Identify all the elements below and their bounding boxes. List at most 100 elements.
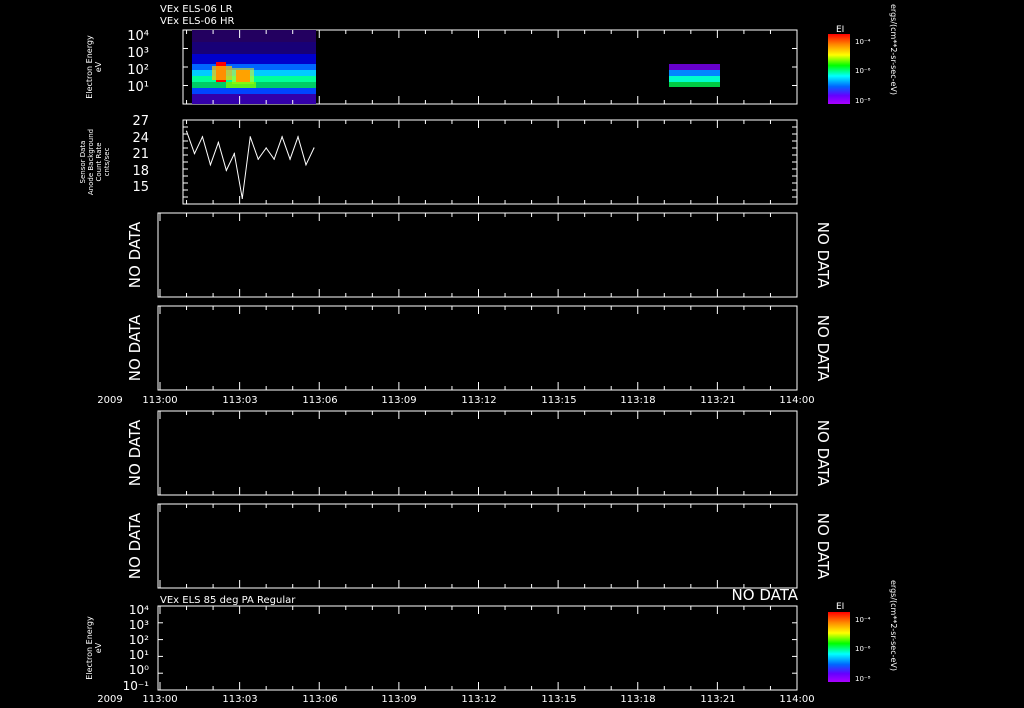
xaxis-tick-label: 113:03	[222, 694, 257, 705]
panel-5: NO DATA NO DATA	[126, 410, 832, 496]
header-line2: VEx ELS-06 HR	[160, 16, 235, 27]
count-rate-point	[225, 169, 227, 171]
panel-7-ytick-label: 10²	[129, 633, 149, 647]
no-data-right: NO DATA	[814, 222, 832, 289]
count-rate-point	[281, 136, 283, 138]
xaxis-tick-label: 113:15	[541, 395, 576, 406]
panel-4-frame	[157, 305, 798, 391]
xaxis-tick-label: 114:00	[779, 395, 814, 406]
no-data-right: NO DATA	[814, 420, 832, 487]
panel-7-ytick-labels: 10⁴ 10³ 10² 10¹ 10⁰ 10⁻¹	[123, 603, 150, 693]
xaxis-tick-label: 113:12	[461, 395, 496, 406]
figure: VEx ELS-06 LR VEx ELS-06 HR 10⁴ 10³ 10² …	[79, 4, 898, 705]
xaxis-tick-label: 113:18	[620, 395, 655, 406]
count-rate-line	[186, 131, 315, 199]
panel-2-ytick-labels: 27 24 21 18 15	[132, 114, 149, 195]
xaxis-tick-label: 113:00	[142, 395, 177, 406]
colorbar-2-label: EI	[836, 602, 844, 612]
colorbar-2-gradient	[828, 612, 850, 682]
xaxis-tick-label: 113:03	[222, 395, 257, 406]
panel-2-ytick-label: 24	[132, 131, 149, 146]
panel-2-frame	[182, 119, 798, 205]
panel-2-ylabel: Sensor Data	[79, 141, 87, 184]
panel-3-frame	[157, 212, 798, 298]
count-rate-point	[273, 158, 275, 160]
colorbar-2-tick: 10⁻⁴	[855, 616, 871, 624]
panel-6: NO DATA NO DATA	[126, 503, 832, 589]
panel-2-ylabel: Count Rate	[95, 142, 103, 181]
panel-7-ytick-label: 10⁰	[129, 663, 149, 677]
no-data-left: NO DATA	[126, 419, 144, 486]
xaxis-tick-label: 114:00	[779, 694, 814, 705]
no-data-right: NO DATA	[814, 513, 832, 580]
colorbar-2-unit: ergs/(cm**2-sr-sec-eV)	[889, 580, 898, 671]
colorbar-2: EI 10⁻⁴ 10⁻⁶ 10⁻⁸ ergs/(cm**2-sr-sec-eV)	[828, 580, 898, 683]
count-rate-point	[193, 153, 196, 155]
no-data-left: NO DATA	[126, 314, 144, 381]
count-rate-point	[209, 164, 212, 166]
panel-2-ytick-label: 21	[132, 147, 149, 162]
count-rate-point	[217, 141, 219, 143]
colorbar-1-unit: ergs/(cm**2-sr-sec-eV)	[889, 4, 898, 95]
panel-2-ytick-label: 27	[132, 114, 149, 129]
colorbar-1-label: EI	[836, 25, 844, 35]
xaxis-tick-label: 113:06	[302, 395, 337, 406]
count-rate-point	[305, 164, 307, 166]
panel-7-title: VEx ELS 85 deg PA Regular	[160, 595, 296, 606]
spectrogram-block-1	[192, 30, 316, 104]
panel-7-ylabel: Electron Energy	[85, 616, 94, 680]
panel-6-frame	[157, 503, 798, 589]
no-data-left: NO DATA	[126, 512, 144, 579]
panel-1-ytick-label: 10⁴	[127, 29, 149, 44]
xaxis-year: 2009	[97, 694, 122, 705]
xaxis-tick-label: 113:21	[700, 395, 735, 406]
count-rate-point	[313, 147, 315, 149]
colorbar-1-tick: 10⁻⁴	[855, 38, 871, 46]
panel-1-ytick-labels: 10⁴ 10³ 10² 10¹	[127, 29, 149, 95]
panel-7-ytick-label: 10⁴	[129, 603, 149, 617]
count-rate-point	[233, 153, 235, 155]
panel-7-spectrogram: VEx ELS 85 deg PA Regular NO DATA 10⁴ 10…	[85, 586, 799, 693]
count-rate-point	[201, 136, 204, 138]
bottom-xaxis-labels: 2009 113:00 113:03 113:06 113:09 113:12 …	[97, 694, 814, 705]
xaxis-tick-label: 113:00	[142, 694, 177, 705]
header-line1: VEx ELS-06 LR	[160, 4, 233, 15]
panel-1-ylabel-unit: eV	[94, 61, 103, 72]
panel-1-spectrogram: 10⁴ 10³ 10² 10¹ Electron Energy eV	[85, 29, 798, 105]
xaxis-tick-label: 113:21	[700, 694, 735, 705]
panel-2-ylabel: cnts/sec	[103, 147, 111, 176]
count-rate-point	[249, 136, 251, 138]
panel-2-ytick-label: 18	[132, 164, 149, 179]
panel-1-ytick-label: 10²	[127, 63, 149, 78]
count-rate-point	[289, 158, 291, 160]
panel-2-ytick-label: 15	[132, 180, 149, 195]
colorbar-1: EI 10⁻⁴ 10⁻⁶ 10⁻⁸ ergs/(cm**2-sr-sec-eV)	[828, 4, 898, 105]
count-rate-point	[297, 136, 299, 138]
panel-4: NO DATA NO DATA	[126, 305, 832, 391]
colorbar-2-tick: 10⁻⁶	[855, 645, 871, 653]
colorbar-1-gradient	[828, 34, 850, 104]
spectrogram-block-2	[669, 64, 720, 87]
xaxis-tick-label: 113:18	[620, 694, 655, 705]
panel-1-ylabel: Electron Energy	[85, 35, 94, 99]
xaxis-tick-label: 113:12	[461, 694, 496, 705]
mid-xaxis-labels: 2009 113:00 113:03 113:06 113:09 113:12 …	[97, 395, 814, 406]
axis-ticks	[158, 29, 798, 691]
xaxis-tick-label: 113:15	[541, 694, 576, 705]
colorbar-1-tick: 10⁻⁸	[855, 97, 871, 105]
panel-1-ytick-label: 10¹	[127, 80, 149, 95]
spectrogram-warm-spot-2	[232, 68, 254, 84]
xaxis-tick-label: 113:06	[302, 694, 337, 705]
xaxis-year: 2009	[97, 395, 122, 406]
panel-7-ytick-label: 10¹	[129, 648, 149, 662]
spectrogram-warm-spot-1	[212, 66, 232, 80]
no-data-right: NO DATA	[814, 315, 832, 382]
count-rate-point	[257, 158, 259, 160]
count-rate-point	[185, 130, 188, 132]
panel-7-ytick-label: 10³	[129, 618, 149, 632]
panel-7-frame	[157, 605, 798, 691]
panel-3: NO DATA NO DATA	[126, 212, 832, 298]
colorbar-1-tick: 10⁻⁶	[855, 67, 871, 75]
xaxis-tick-label: 113:09	[381, 694, 416, 705]
panel-2-ylabel: Anode Background	[87, 129, 95, 195]
